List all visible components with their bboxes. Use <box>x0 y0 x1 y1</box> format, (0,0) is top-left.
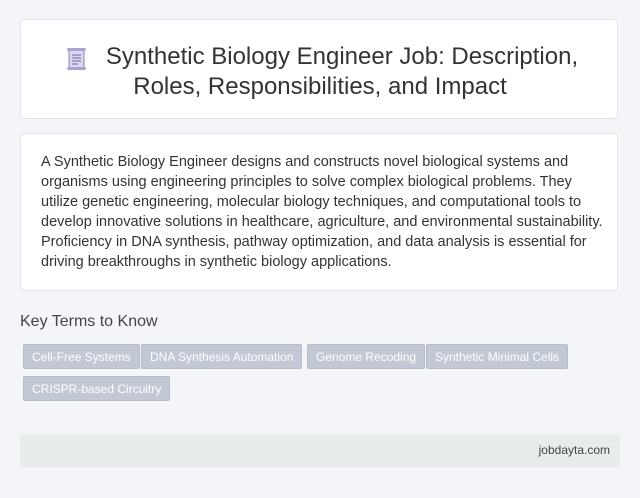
tag-genome-recoding[interactable]: Genome Recoding <box>307 344 426 369</box>
footer-site-link[interactable]: jobdayta.com <box>539 443 610 457</box>
page-title-line-1: Synthetic Biology Engineer Job: Descript… <box>105 43 579 70</box>
page-title: Synthetic Biology Engineer Job: Descript… <box>0 42 640 102</box>
footer: jobdayta.com <box>20 434 620 467</box>
tag-crispr-based-circuitry[interactable]: CRISPR-based Circuitry <box>23 376 171 401</box>
description-text: A Synthetic Biology Engineer designs and… <box>41 154 603 270</box>
tag-dna-synthesis-automation[interactable]: DNA Synthesis Automation <box>141 344 303 369</box>
page-title-line-2: Roles, Responsibilities, and Impact <box>133 73 507 100</box>
tag-cell-free-systems[interactable]: Cell-Free Systems <box>23 344 140 369</box>
key-terms-heading: Key Terms to Know <box>20 313 158 330</box>
tag-synthetic-minimal-cells[interactable]: Synthetic Minimal Cells <box>426 344 569 369</box>
